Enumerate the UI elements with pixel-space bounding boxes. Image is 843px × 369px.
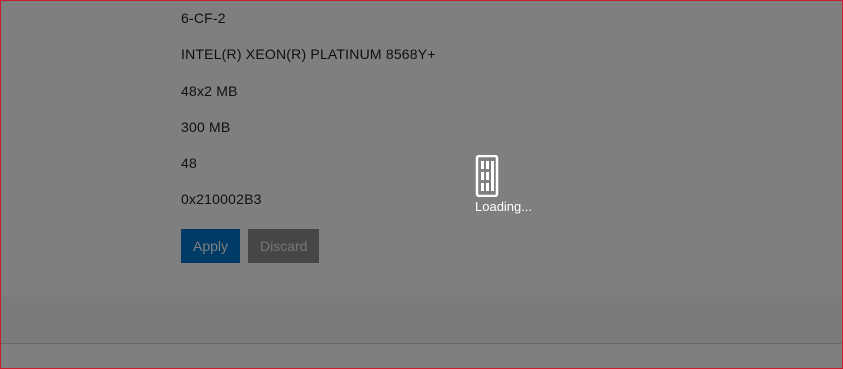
loading-text: Loading...	[475, 199, 533, 214]
loading-overlay: Loading...	[1, 1, 842, 368]
app-window: 6-CF-2 INTEL(R) XEON(R) PLATINUM 8568Y+ …	[0, 0, 843, 369]
server-icon	[475, 155, 545, 197]
loading-indicator: Loading...	[475, 155, 545, 214]
